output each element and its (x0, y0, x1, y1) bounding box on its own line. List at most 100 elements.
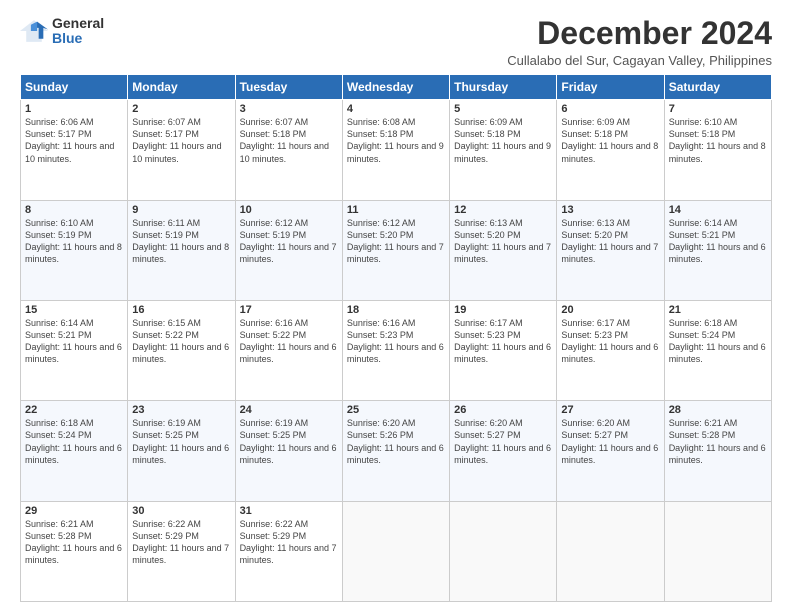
day-cell (664, 501, 771, 601)
sunrise-label: Sunrise: 6:22 AM (240, 519, 309, 529)
sunset-label: Sunset: 5:17 PM (25, 129, 92, 139)
col-header-monday: Monday (128, 75, 235, 100)
sunset-label: Sunset: 5:23 PM (454, 330, 521, 340)
daylight-label: Daylight: 11 hours and 9 minutes. (347, 141, 444, 163)
sunset-label: Sunset: 5:21 PM (669, 230, 736, 240)
sunset-label: Sunset: 5:20 PM (347, 230, 414, 240)
header: General Blue December 2024 Cullalabo del… (20, 16, 772, 68)
header-row: SundayMondayTuesdayWednesdayThursdayFrid… (21, 75, 772, 100)
sunset-label: Sunset: 5:27 PM (561, 430, 628, 440)
daylight-label: Daylight: 11 hours and 10 minutes. (132, 141, 221, 163)
day-cell: 20 Sunrise: 6:17 AM Sunset: 5:23 PM Dayl… (557, 300, 664, 400)
sunrise-label: Sunrise: 6:09 AM (454, 117, 523, 127)
page: General Blue December 2024 Cullalabo del… (0, 0, 792, 612)
title-section: December 2024 Cullalabo del Sur, Cagayan… (507, 16, 772, 68)
sunrise-label: Sunrise: 6:16 AM (347, 318, 416, 328)
sunrise-label: Sunrise: 6:13 AM (561, 218, 630, 228)
day-info: Sunrise: 6:07 AM Sunset: 5:17 PM Dayligh… (132, 116, 230, 165)
day-cell: 11 Sunrise: 6:12 AM Sunset: 5:20 PM Dayl… (342, 200, 449, 300)
daylight-label: Daylight: 11 hours and 6 minutes. (25, 443, 122, 465)
sunrise-label: Sunrise: 6:15 AM (132, 318, 201, 328)
col-header-friday: Friday (557, 75, 664, 100)
sunset-label: Sunset: 5:22 PM (240, 330, 307, 340)
day-number: 16 (132, 304, 230, 316)
day-cell: 25 Sunrise: 6:20 AM Sunset: 5:26 PM Dayl… (342, 401, 449, 501)
day-info: Sunrise: 6:20 AM Sunset: 5:27 PM Dayligh… (454, 417, 552, 466)
sunrise-label: Sunrise: 6:16 AM (240, 318, 309, 328)
day-number: 12 (454, 204, 552, 216)
day-cell: 29 Sunrise: 6:21 AM Sunset: 5:28 PM Dayl… (21, 501, 128, 601)
day-info: Sunrise: 6:13 AM Sunset: 5:20 PM Dayligh… (561, 217, 659, 266)
day-number: 15 (25, 304, 123, 316)
day-info: Sunrise: 6:07 AM Sunset: 5:18 PM Dayligh… (240, 116, 338, 165)
sunset-label: Sunset: 5:27 PM (454, 430, 521, 440)
col-header-sunday: Sunday (21, 75, 128, 100)
day-number: 8 (25, 204, 123, 216)
day-number: 13 (561, 204, 659, 216)
day-number: 23 (132, 404, 230, 416)
week-row-1: 1 Sunrise: 6:06 AM Sunset: 5:17 PM Dayli… (21, 100, 772, 200)
sunrise-label: Sunrise: 6:22 AM (132, 519, 201, 529)
day-info: Sunrise: 6:18 AM Sunset: 5:24 PM Dayligh… (25, 417, 123, 466)
day-info: Sunrise: 6:15 AM Sunset: 5:22 PM Dayligh… (132, 317, 230, 366)
sunrise-label: Sunrise: 6:08 AM (347, 117, 416, 127)
day-cell: 16 Sunrise: 6:15 AM Sunset: 5:22 PM Dayl… (128, 300, 235, 400)
logo-text: General Blue (52, 16, 104, 47)
sunrise-label: Sunrise: 6:18 AM (25, 418, 94, 428)
day-number: 27 (561, 404, 659, 416)
sunrise-label: Sunrise: 6:20 AM (454, 418, 523, 428)
sunset-label: Sunset: 5:17 PM (132, 129, 199, 139)
day-number: 7 (669, 103, 767, 115)
sunset-label: Sunset: 5:21 PM (25, 330, 92, 340)
daylight-label: Daylight: 11 hours and 9 minutes. (454, 141, 551, 163)
day-number: 4 (347, 103, 445, 115)
week-row-4: 22 Sunrise: 6:18 AM Sunset: 5:24 PM Dayl… (21, 401, 772, 501)
sunset-label: Sunset: 5:20 PM (454, 230, 521, 240)
day-number: 17 (240, 304, 338, 316)
sunrise-label: Sunrise: 6:18 AM (669, 318, 738, 328)
daylight-label: Daylight: 11 hours and 6 minutes. (561, 342, 658, 364)
day-cell: 4 Sunrise: 6:08 AM Sunset: 5:18 PM Dayli… (342, 100, 449, 200)
day-number: 18 (347, 304, 445, 316)
daylight-label: Daylight: 11 hours and 8 minutes. (132, 242, 229, 264)
day-number: 20 (561, 304, 659, 316)
day-cell: 9 Sunrise: 6:11 AM Sunset: 5:19 PM Dayli… (128, 200, 235, 300)
main-title: December 2024 (507, 16, 772, 51)
day-cell: 3 Sunrise: 6:07 AM Sunset: 5:18 PM Dayli… (235, 100, 342, 200)
daylight-label: Daylight: 11 hours and 6 minutes. (669, 443, 766, 465)
col-header-wednesday: Wednesday (342, 75, 449, 100)
day-info: Sunrise: 6:21 AM Sunset: 5:28 PM Dayligh… (669, 417, 767, 466)
sunrise-label: Sunrise: 6:12 AM (347, 218, 416, 228)
day-cell: 13 Sunrise: 6:13 AM Sunset: 5:20 PM Dayl… (557, 200, 664, 300)
day-cell: 17 Sunrise: 6:16 AM Sunset: 5:22 PM Dayl… (235, 300, 342, 400)
week-row-5: 29 Sunrise: 6:21 AM Sunset: 5:28 PM Dayl… (21, 501, 772, 601)
sunrise-label: Sunrise: 6:07 AM (132, 117, 201, 127)
calendar: SundayMondayTuesdayWednesdayThursdayFrid… (20, 74, 772, 602)
sunrise-label: Sunrise: 6:20 AM (561, 418, 630, 428)
day-number: 26 (454, 404, 552, 416)
day-number: 28 (669, 404, 767, 416)
daylight-label: Daylight: 11 hours and 6 minutes. (25, 342, 122, 364)
day-info: Sunrise: 6:06 AM Sunset: 5:17 PM Dayligh… (25, 116, 123, 165)
day-number: 6 (561, 103, 659, 115)
sunset-label: Sunset: 5:22 PM (132, 330, 199, 340)
day-info: Sunrise: 6:12 AM Sunset: 5:20 PM Dayligh… (347, 217, 445, 266)
daylight-label: Daylight: 11 hours and 7 minutes. (347, 242, 444, 264)
col-header-saturday: Saturday (664, 75, 771, 100)
logo-icon (20, 17, 48, 45)
daylight-label: Daylight: 11 hours and 6 minutes. (669, 342, 766, 364)
day-info: Sunrise: 6:13 AM Sunset: 5:20 PM Dayligh… (454, 217, 552, 266)
day-info: Sunrise: 6:19 AM Sunset: 5:25 PM Dayligh… (132, 417, 230, 466)
sunrise-label: Sunrise: 6:11 AM (132, 218, 200, 228)
sunset-label: Sunset: 5:18 PM (669, 129, 736, 139)
day-cell: 5 Sunrise: 6:09 AM Sunset: 5:18 PM Dayli… (450, 100, 557, 200)
sunrise-label: Sunrise: 6:20 AM (347, 418, 416, 428)
day-cell: 22 Sunrise: 6:18 AM Sunset: 5:24 PM Dayl… (21, 401, 128, 501)
logo: General Blue (20, 16, 104, 47)
sunrise-label: Sunrise: 6:07 AM (240, 117, 309, 127)
day-cell: 6 Sunrise: 6:09 AM Sunset: 5:18 PM Dayli… (557, 100, 664, 200)
sunset-label: Sunset: 5:24 PM (669, 330, 736, 340)
day-cell: 19 Sunrise: 6:17 AM Sunset: 5:23 PM Dayl… (450, 300, 557, 400)
day-cell: 8 Sunrise: 6:10 AM Sunset: 5:19 PM Dayli… (21, 200, 128, 300)
day-info: Sunrise: 6:17 AM Sunset: 5:23 PM Dayligh… (454, 317, 552, 366)
